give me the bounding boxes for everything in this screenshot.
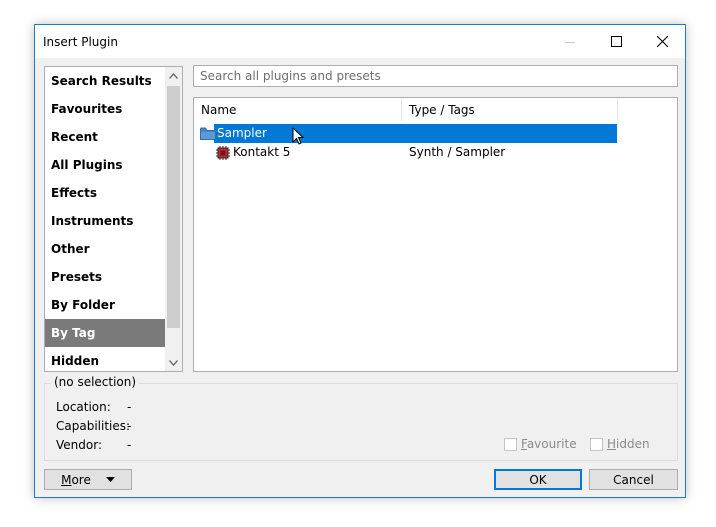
sidebar-scrollbar[interactable] (165, 67, 182, 371)
chevron-up-icon (169, 72, 178, 79)
selection-info-group: (no selection) Location: - Capabilities:… (44, 375, 678, 461)
maximize-icon (610, 36, 622, 47)
tree-row-type: Synth / Sampler (409, 145, 506, 159)
minimize-icon (565, 41, 575, 43)
scroll-thumb[interactable] (167, 86, 180, 328)
hidden-checkbox-box[interactable] (590, 437, 603, 451)
category-effects[interactable]: Effects (45, 179, 165, 207)
scroll-up-button[interactable] (165, 67, 182, 84)
hidden-checkbox-label: Hidden (607, 437, 650, 451)
scroll-down-button[interactable] (165, 354, 182, 371)
category-by-folder[interactable]: By Folder (45, 291, 165, 319)
category-by-tag[interactable]: By Tag (45, 319, 165, 347)
chevron-down-icon (169, 359, 178, 366)
favourite-checkbox-box[interactable] (504, 437, 517, 451)
category-instruments[interactable]: Instruments (45, 207, 165, 235)
insert-plugin-window: Insert Plugin Search Results Favourites … (34, 24, 686, 498)
category-recent[interactable]: Recent (45, 123, 165, 151)
hidden-checkbox[interactable]: Hidden (590, 437, 650, 451)
tree-row-sampler[interactable]: Sampler (194, 124, 617, 145)
cancel-button[interactable]: Cancel (589, 469, 678, 490)
category-presets[interactable]: Presets (45, 263, 165, 291)
column-header-name[interactable]: Name (194, 99, 402, 121)
category-other[interactable]: Other (45, 235, 165, 263)
more-button-label: More (61, 472, 91, 487)
location-value: - (127, 400, 132, 414)
category-favourites[interactable]: Favourites (45, 95, 165, 123)
location-label: Location: (56, 400, 111, 414)
plugin-chip-icon (216, 146, 230, 166)
favourite-checkbox[interactable]: Favourite (504, 437, 577, 451)
category-list[interactable]: Search Results Favourites Recent All Plu… (44, 66, 183, 372)
window-title: Insert Plugin (43, 35, 118, 49)
ok-button[interactable]: OK (494, 469, 582, 490)
search-input[interactable] (193, 65, 678, 87)
maximize-button[interactable] (593, 25, 639, 58)
close-icon (656, 36, 668, 47)
minimize-button[interactable] (547, 25, 593, 58)
tree-row-kontakt-5[interactable]: Kontakt 5 Synth / Sampler (194, 143, 677, 162)
capabilities-value: - (127, 419, 132, 433)
category-all-plugins[interactable]: All Plugins (45, 151, 165, 179)
tree-row-name: Kontakt 5 (233, 145, 291, 159)
favourite-checkbox-label: Favourite (521, 437, 577, 451)
more-button[interactable]: More (44, 469, 132, 490)
vendor-label: Vendor: (56, 438, 102, 452)
vendor-value: - (127, 438, 132, 452)
column-header-type-tags[interactable]: Type / Tags (402, 99, 618, 121)
category-search-results[interactable]: Search Results (45, 67, 165, 95)
tree-row-name: Sampler (217, 126, 267, 140)
title-bar: Insert Plugin (35, 25, 685, 58)
dropdown-arrow-icon (105, 477, 115, 482)
plugin-tree[interactable]: Name Type / Tags Sampler Kontakt 5 Synth… (193, 97, 678, 372)
selection-title: (no selection) (51, 375, 140, 389)
close-button[interactable] (639, 25, 685, 58)
capabilities-label: Capabilities: (56, 419, 131, 433)
category-hidden[interactable]: Hidden (45, 347, 165, 371)
